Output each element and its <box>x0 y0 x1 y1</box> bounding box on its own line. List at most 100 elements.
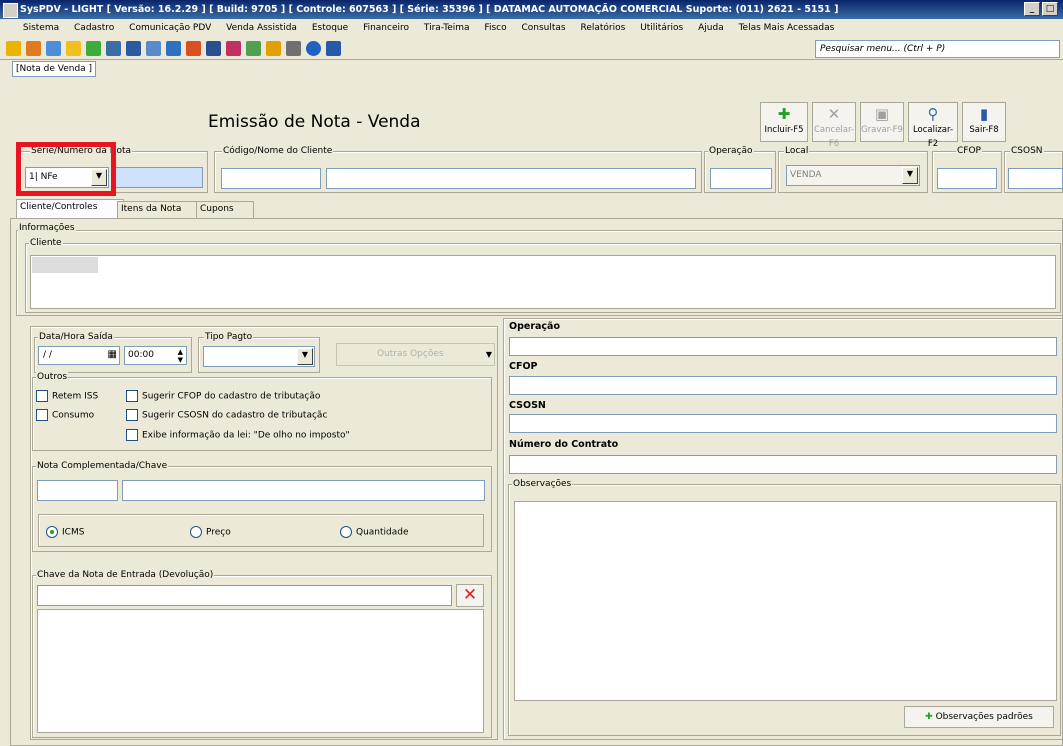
menu-tira-teima[interactable]: Tira-Teima <box>424 19 470 38</box>
clear-chave-button[interactable]: ✕ <box>456 584 484 607</box>
cancelar-button[interactable]: ✕ Cancelar-F6 <box>812 102 856 149</box>
menu-utilitarios[interactable]: Utilitários <box>640 19 683 38</box>
localizar-button[interactable]: ⚲ Localizar-F2 <box>908 102 958 149</box>
tab-cliente-controles[interactable]: Cliente/Controles <box>16 199 124 219</box>
exibe-info-checkbox[interactable]: Exibe informação da lei: "De olho no imp… <box>126 429 350 441</box>
chevron-down-icon[interactable]: ▼ <box>902 167 918 184</box>
menu-sistema[interactable]: Sistema <box>23 19 59 38</box>
chave-devolucao-label: Chave da Nota de Entrada (Devolução) <box>36 570 215 580</box>
toolbar-report-icon[interactable] <box>226 41 241 56</box>
operacao-right-input[interactable] <box>509 337 1057 356</box>
toolbar-open-icon[interactable] <box>6 41 21 56</box>
tipo-pagto-select[interactable]: ▼ <box>203 346 315 367</box>
operacao-right-label: Operação <box>509 321 560 332</box>
toolbar-document-icon[interactable] <box>46 41 61 56</box>
nota-complementada-chave-input[interactable] <box>122 480 485 501</box>
calendar-icon[interactable]: ▦ <box>108 349 117 360</box>
menu-comunicacao-pdv[interactable]: Comunicação PDV <box>129 19 211 38</box>
plus-icon: ✚ <box>777 105 791 123</box>
chevron-down-icon[interactable]: ▼ <box>297 348 313 365</box>
menu-relatorios[interactable]: Relatórios <box>580 19 625 38</box>
menu-telas-mais-acessadas[interactable]: Telas Mais Acessadas <box>739 19 835 38</box>
toolbar-users-icon[interactable] <box>106 41 121 56</box>
cliente-codigo-input[interactable] <box>221 168 321 189</box>
cfop-label: CFOP <box>956 146 982 156</box>
cliente-label: Código/Nome do Cliente <box>222 146 334 156</box>
toolbar-box-icon[interactable] <box>286 41 301 56</box>
cancel-x-icon: ✕ <box>827 105 841 123</box>
retem-iss-checkbox[interactable]: Retem ISS <box>36 390 98 402</box>
cliente-nome-input[interactable] <box>326 168 696 189</box>
menu-search-input[interactable]: Pesquisar menu... (Ctrl + P) <box>815 40 1060 58</box>
outras-opcoes-button[interactable]: Outras Opções ▼ <box>336 343 495 366</box>
toolbar-sun-icon[interactable] <box>266 41 281 56</box>
minimize-icon[interactable]: _ <box>1024 2 1040 16</box>
data-saida-input[interactable]: / / ▦ <box>38 346 120 365</box>
radio-icon <box>190 526 202 538</box>
gravar-button[interactable]: ▣ Gravar-F9 <box>860 102 904 142</box>
save-disk-icon: ▣ <box>874 105 890 123</box>
csosn-input[interactable] <box>1008 168 1063 189</box>
page-title: Emissão de Nota - Venda <box>208 112 421 132</box>
csosn-right-label: CSOSN <box>509 400 546 411</box>
toolbar-barcode-icon[interactable] <box>126 41 141 56</box>
chevron-down-icon[interactable]: ▼ <box>486 344 492 365</box>
incluir-button[interactable]: ✚ Incluir-F5 <box>760 102 808 142</box>
menu-fisco[interactable]: Fisco <box>484 19 506 38</box>
sugerir-cfop-checkbox[interactable]: Sugerir CFOP do cadastro de tributação <box>126 390 320 402</box>
nota-complementada-label: Nota Complementada/Chave <box>36 461 169 471</box>
local-label: Local <box>784 146 810 156</box>
consumo-checkbox[interactable]: Consumo <box>36 409 94 421</box>
hora-saida-input[interactable]: 00:00 ▲ ▼ <box>124 346 187 365</box>
toolbar-edit-icon[interactable] <box>186 41 201 56</box>
toolbar-chart-icon[interactable] <box>246 41 261 56</box>
cancelar-label: Cancelar-F6 <box>813 125 855 149</box>
data-saida-value: / / <box>43 350 52 360</box>
cfop-right-input[interactable] <box>509 376 1057 395</box>
cliente-info-box <box>30 255 1056 309</box>
checkbox-icon <box>36 390 48 402</box>
tab-cupons[interactable]: Cupons <box>196 201 254 219</box>
local-select[interactable]: VENDA ▼ <box>786 165 920 186</box>
radio-icms[interactable]: ICMS <box>46 526 84 538</box>
sair-button[interactable]: ▮ Sair-F8 <box>962 102 1006 142</box>
observacoes-padroes-button[interactable]: ✚ Observações padrões <box>904 706 1054 728</box>
radio-preco[interactable]: Preço <box>190 526 231 538</box>
toolbar-help-icon[interactable] <box>306 41 321 56</box>
chave-devolucao-input[interactable] <box>37 585 452 606</box>
radio-quantidade-label: Quantidade <box>356 527 409 538</box>
toolbar-people-icon[interactable] <box>86 41 101 56</box>
toolbar-monitor-icon[interactable] <box>166 41 181 56</box>
radio-quantidade[interactable]: Quantidade <box>340 526 409 538</box>
toolbar-settings-icon[interactable] <box>26 41 41 56</box>
toolbar-key-icon[interactable] <box>66 41 81 56</box>
nota-complementada-numero-input[interactable] <box>37 480 118 501</box>
retem-iss-label: Retem ISS <box>52 391 99 402</box>
sugerir-csosn-checkbox[interactable]: Sugerir CSOSN do cadastro de tributaçãc <box>126 409 327 421</box>
menu-estoque[interactable]: Estoque <box>312 19 348 38</box>
radio-preco-label: Preço <box>206 527 231 538</box>
menu-ajuda[interactable]: Ajuda <box>698 19 724 38</box>
toolbar-calc-icon[interactable] <box>206 41 221 56</box>
window-title: SysPDV - LIGHT [ Versão: 16.2.29 ] [ Bui… <box>20 4 839 15</box>
menu-venda-assistida[interactable]: Venda Assistida <box>226 19 297 38</box>
csosn-right-input[interactable] <box>509 414 1057 433</box>
menu-financeiro[interactable]: Financeiro <box>363 19 409 38</box>
exibe-info-label: Exibe informação da lei: "De olho no imp… <box>142 430 350 441</box>
cfop-right-label: CFOP <box>509 361 538 372</box>
spin-icon[interactable]: ▲ ▼ <box>178 348 183 364</box>
maximize-icon[interactable]: □ <box>1042 2 1058 16</box>
checkbox-icon <box>36 409 48 421</box>
tab-itens-da-nota[interactable]: Itens da Nota <box>117 201 203 219</box>
menu-consultas[interactable]: Consultas <box>521 19 565 38</box>
operacao-input[interactable] <box>710 168 772 189</box>
numero-nota-input[interactable] <box>113 167 203 188</box>
cfop-input[interactable] <box>937 168 997 189</box>
document-tab-nota-venda[interactable]: [Nota de Venda ] <box>12 61 97 77</box>
numero-contrato-input[interactable] <box>509 455 1057 474</box>
menu-cadastro[interactable]: Cadastro <box>74 19 114 38</box>
toolbar-exit-icon[interactable] <box>326 41 341 56</box>
highlight-annotation <box>16 142 116 196</box>
observacoes-textarea[interactable] <box>514 501 1057 701</box>
toolbar-screen-icon[interactable] <box>146 41 161 56</box>
